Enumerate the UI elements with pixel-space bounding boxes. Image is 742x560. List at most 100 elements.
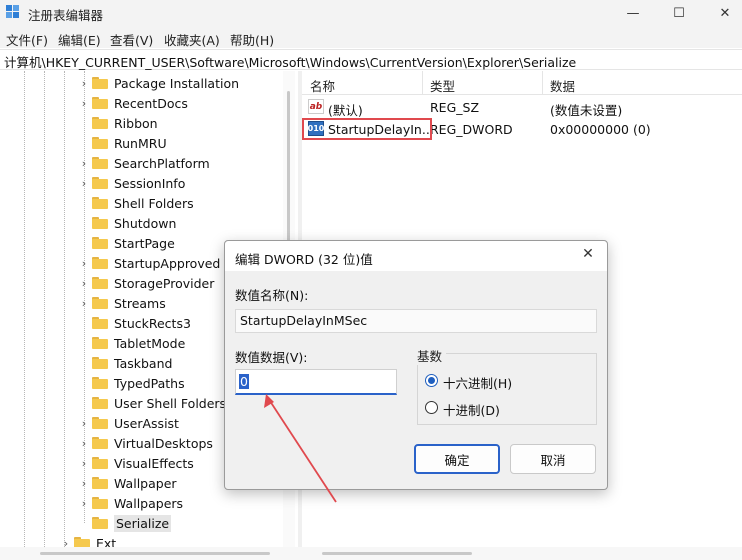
value-data-input[interactable]: 0: [235, 369, 397, 395]
folder-icon: [92, 297, 108, 309]
chevron-right-icon[interactable]: ›: [78, 157, 90, 170]
tree-item[interactable]: › VirtualDesktops: [78, 433, 213, 453]
hex-radio-label[interactable]: 十六进制(H): [443, 373, 512, 392]
tree-item-label: Package Installation: [114, 75, 240, 91]
tree-item[interactable]: › Package Installation: [78, 73, 239, 93]
decimal-radio[interactable]: [425, 401, 438, 414]
tree-item-label: User Shell Folders: [114, 395, 227, 411]
tree-item[interactable]: › RecentDocs: [78, 93, 188, 113]
tree-item-partial[interactable]: › Ext: [60, 533, 116, 547]
address-bar[interactable]: 计算机\HKEY_CURRENT_USER\Software\Microsoft…: [0, 49, 742, 70]
chevron-right-icon[interactable]: ›: [78, 97, 90, 110]
tree-item[interactable]: Ribbon: [78, 113, 158, 133]
tree-item[interactable]: RunMRU: [78, 133, 167, 153]
column-data-header[interactable]: 数据: [550, 76, 575, 95]
tree-item[interactable]: › StorageProvider: [78, 273, 215, 293]
tree-item-label: TabletMode: [114, 335, 186, 351]
tree-item-label: Ext: [96, 535, 117, 548]
tree-item[interactable]: StuckRects3: [78, 313, 191, 333]
chevron-right-icon[interactable]: ›: [78, 497, 90, 510]
ok-button[interactable]: 确定: [414, 444, 500, 474]
list-header: 名称 类型 数据: [302, 71, 742, 95]
folder-icon: [92, 477, 108, 489]
tree-guide-line: [24, 71, 25, 547]
folder-icon: [92, 517, 108, 529]
folder-icon: [92, 77, 108, 89]
chevron-right-icon[interactable]: ›: [60, 537, 72, 548]
minimize-button[interactable]: —: [610, 0, 656, 26]
menu-help[interactable]: 帮助(H): [230, 30, 274, 49]
tree-item[interactable]: Serialize: [78, 513, 172, 533]
tree-item[interactable]: TabletMode: [78, 333, 185, 353]
dialog-close-button[interactable]: ✕: [577, 246, 599, 266]
tree-item[interactable]: › Wallpapers: [78, 493, 183, 513]
tree-item-label: UserAssist: [114, 415, 179, 431]
chevron-right-icon[interactable]: ›: [78, 477, 90, 490]
column-divider[interactable]: [542, 71, 543, 95]
list-hscroll-thumb[interactable]: [322, 552, 472, 555]
folder-icon: [92, 197, 108, 209]
maximize-button[interactable]: ☐: [656, 0, 702, 26]
tree-item-label: StorageProvider: [114, 275, 215, 291]
column-divider[interactable]: [422, 71, 423, 95]
menu-favorites[interactable]: 收藏夹(A): [164, 30, 220, 49]
chevron-right-icon[interactable]: ›: [78, 437, 90, 450]
chevron-right-icon[interactable]: ›: [78, 277, 90, 290]
tree-item[interactable]: › SessionInfo: [78, 173, 186, 193]
value-row-default[interactable]: ab (默认) REG_SZ (数值未设置): [302, 96, 742, 118]
column-type-header[interactable]: 类型: [430, 76, 455, 95]
address-path[interactable]: 计算机\HKEY_CURRENT_USER\Software\Microsoft…: [4, 52, 576, 71]
folder-icon: [92, 457, 108, 469]
window-title: 注册表编辑器: [28, 8, 104, 23]
chevron-right-icon[interactable]: ›: [78, 297, 90, 310]
tree-item-label: RunMRU: [114, 135, 167, 151]
chevron-right-icon[interactable]: ›: [78, 457, 90, 470]
value-name: (默认): [328, 103, 363, 118]
folder-icon: [92, 417, 108, 429]
folder-icon: [92, 277, 108, 289]
tree-item[interactable]: › Streams: [78, 293, 166, 313]
tree-item[interactable]: › SearchPlatform: [78, 153, 210, 173]
column-name-header[interactable]: 名称: [310, 76, 335, 95]
value-data: 0x00000000 (0): [550, 122, 651, 137]
tree-item[interactable]: Taskband: [78, 353, 172, 373]
value-name-field: StartupDelayInMSec: [235, 309, 597, 333]
folder-icon: [92, 317, 108, 329]
close-button[interactable]: ✕: [702, 0, 742, 26]
tree-item[interactable]: Shell Folders: [78, 193, 194, 213]
menu-view[interactable]: 查看(V): [110, 30, 153, 49]
dialog-title-bar: 编辑 DWORD (32 位)值 ✕: [225, 241, 607, 271]
value-name-label: 数值名称(N):: [235, 288, 309, 303]
folder-icon: [92, 237, 108, 249]
tree-item[interactable]: › StartupApproved: [78, 253, 221, 273]
folder-icon: [92, 397, 108, 409]
menu-file[interactable]: 文件(F): [6, 30, 48, 49]
tree-item[interactable]: › Wallpaper: [78, 473, 177, 493]
tree-item-label: TypedPaths: [114, 375, 185, 391]
tree-item[interactable]: › UserAssist: [78, 413, 179, 433]
tree-item-label: StartPage: [114, 235, 175, 251]
decimal-radio-label[interactable]: 十进制(D): [443, 400, 500, 419]
folder-icon: [92, 437, 108, 449]
folder-icon: [92, 97, 108, 109]
hex-radio[interactable]: [425, 374, 438, 387]
horizontal-scrollbar[interactable]: [0, 547, 742, 560]
tree-item-label: StartupApproved: [114, 255, 221, 271]
tree-item-label: SearchPlatform: [114, 155, 210, 171]
chevron-right-icon[interactable]: ›: [78, 77, 90, 90]
folder-icon: [92, 137, 108, 149]
tree-item[interactable]: StartPage: [78, 233, 175, 253]
tree-item[interactable]: User Shell Folders: [78, 393, 226, 413]
folder-icon: [92, 357, 108, 369]
tree-item-label: StuckRects3: [114, 315, 191, 331]
chevron-right-icon[interactable]: ›: [78, 417, 90, 430]
tree-item[interactable]: TypedPaths: [78, 373, 185, 393]
menu-edit[interactable]: 编辑(E): [58, 30, 101, 49]
cancel-button[interactable]: 取消: [510, 444, 596, 474]
chevron-right-icon[interactable]: ›: [78, 257, 90, 270]
tree-item[interactable]: Shutdown: [78, 213, 176, 233]
tree-hscroll-thumb[interactable]: [40, 552, 270, 555]
chevron-right-icon[interactable]: ›: [78, 177, 90, 190]
tree-item[interactable]: › VisualEffects: [78, 453, 194, 473]
edit-dword-dialog: 编辑 DWORD (32 位)值 ✕ 数值名称(N): StartupDelay…: [224, 240, 608, 490]
